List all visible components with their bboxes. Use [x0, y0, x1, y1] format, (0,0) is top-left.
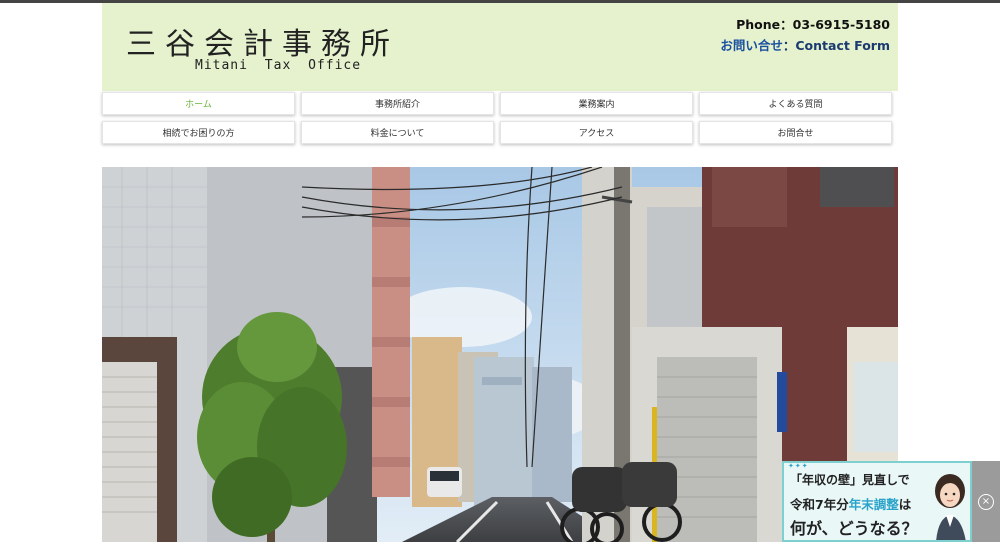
contact-block: Phone：03-6915-5180 お問い合せ：Contact Form [720, 15, 890, 57]
businesswoman-illustration [935, 474, 966, 540]
nav-services[interactable]: 業務案内 [500, 92, 693, 115]
banner-line-2a: 令和7年分 [790, 497, 849, 512]
year-end-adjustment-banner[interactable]: ✦✦✦ 「年収の壁」見直しで 令和7年分年末調整は 何が、どうなる？ [782, 461, 972, 542]
contact-form-label-en[interactable]: Contact Form [795, 38, 890, 53]
banner-line-1: 「年収の壁」見直しで [790, 473, 910, 487]
contact-form-label-jp[interactable]: お問い合せ [720, 38, 783, 53]
logo-english[interactable]: Mitani Tax Office [195, 58, 361, 73]
main-navigation: ホーム 事務所紹介 業務案内 よくある質問 相続でお困りの方 料金について アク… [102, 92, 898, 150]
street-scene-illustration [102, 167, 898, 542]
close-icon[interactable]: × [978, 494, 994, 510]
contact-separator: ： [782, 38, 796, 53]
sparkle-icon: ✦✦✦ [788, 462, 809, 470]
nav-fees[interactable]: 料金について [301, 121, 494, 144]
site-header: 三谷会計事務所 Mitani Tax Office Phone：03-6915-… [102, 3, 898, 91]
nav-faq[interactable]: よくある質問 [699, 92, 892, 115]
nav-access[interactable]: アクセス [500, 121, 693, 144]
banner-line-2: 令和7年分年末調整は [790, 494, 911, 513]
hero-street-photo [102, 167, 898, 542]
contact-form-link[interactable]: お問い合せ：Contact Form [720, 35, 890, 57]
phone-number[interactable]: Phone：03-6915-5180 [720, 15, 890, 35]
nav-home[interactable]: ホーム [102, 92, 295, 115]
banner-line-2c: は [898, 497, 912, 512]
nav-row-1: ホーム 事務所紹介 業務案内 よくある質問 [102, 92, 898, 115]
nav-office-intro[interactable]: 事務所紹介 [301, 92, 494, 115]
banner-line-3: 何が、どうなる？ [790, 519, 918, 538]
nav-inheritance[interactable]: 相続でお困りの方 [102, 121, 295, 144]
logo-japanese[interactable]: 三谷会計事務所 [126, 19, 399, 63]
nav-inquiry[interactable]: お問合せ [699, 121, 892, 144]
nav-row-2: 相続でお困りの方 料金について アクセス お問合せ [102, 121, 898, 144]
banner-highlight: 年末調整 [848, 497, 899, 512]
